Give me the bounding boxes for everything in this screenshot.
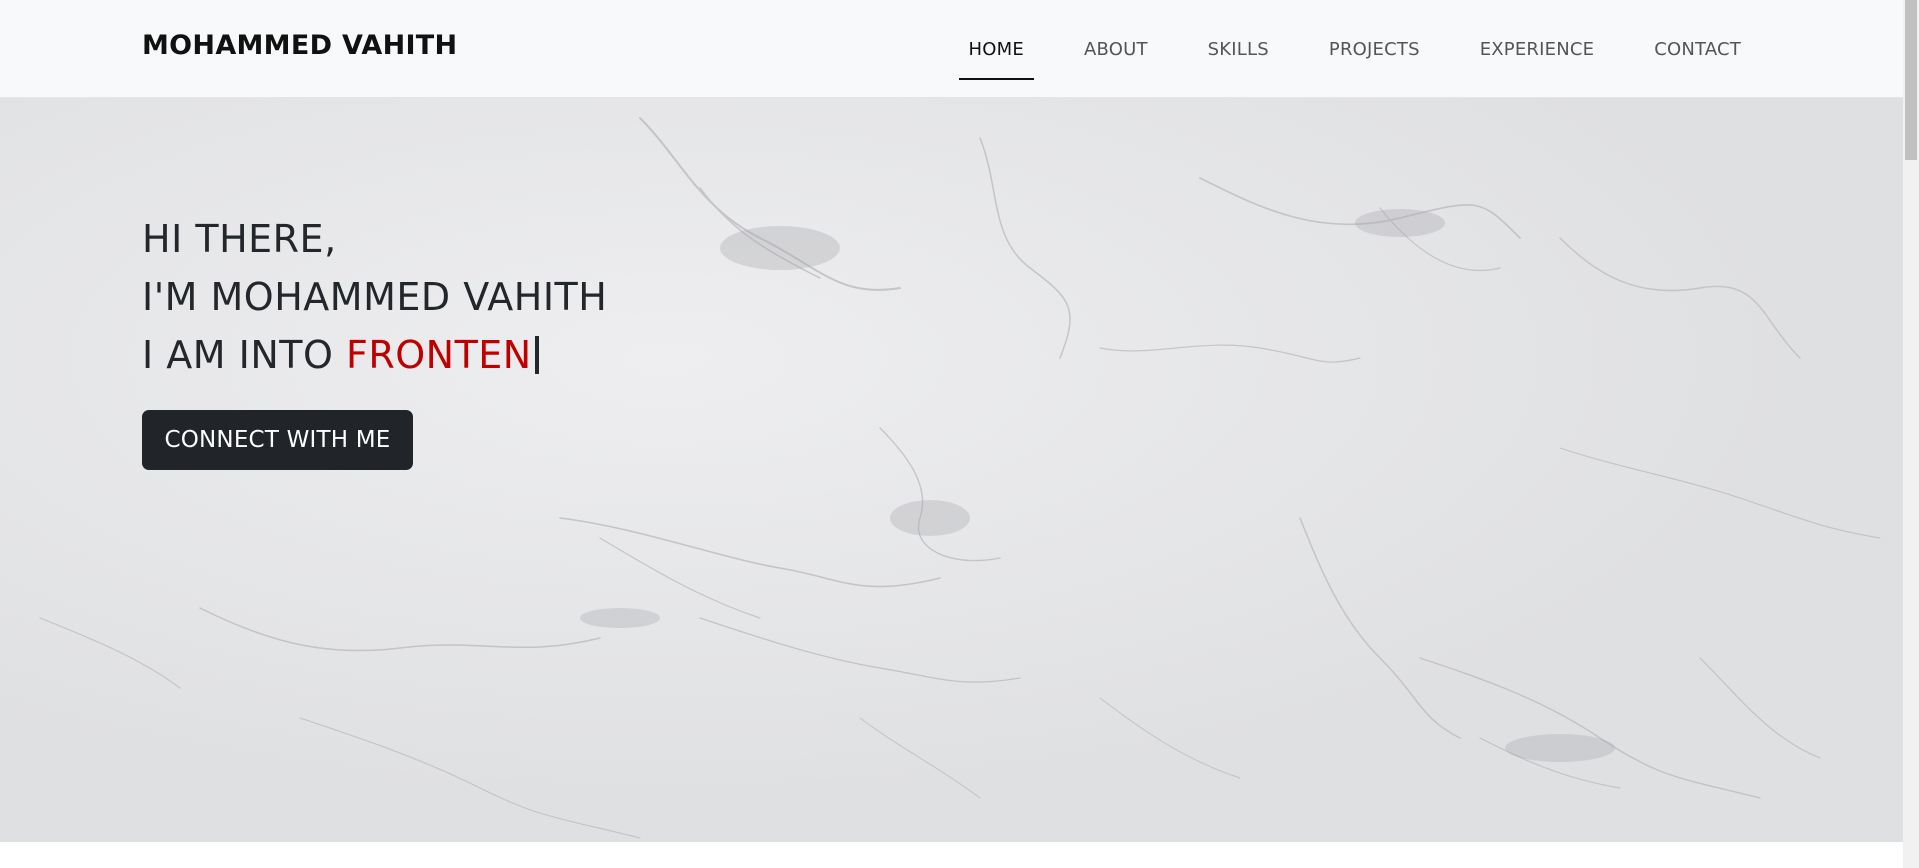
hero-section: HI THERE, I'M MOHAMMED VAHITH I AM INTO … [0,98,1903,842]
greeting-line: HI THERE, [142,217,337,261]
nav-item-contact[interactable]: CONTACT [1644,31,1751,68]
nav-item-home[interactable]: HOME [958,31,1035,80]
nav-menu: HOME ABOUT SKILLS PROJECTS EXPERIENCE CO… [919,0,1751,98]
nav-item-projects[interactable]: PROJECTS [1319,31,1430,68]
nav-item-experience[interactable]: EXPERIENCE [1470,31,1605,68]
brand-logo[interactable]: MOHAMMED VAHITH [142,30,457,61]
page-scrollbar[interactable] [1903,0,1919,868]
typed-line: I AM INTO FRONTEN [142,326,607,384]
nav-item-skills[interactable]: SKILLS [1198,31,1279,68]
navbar: MOHAMMED VAHITH HOME ABOUT SKILLS PROJEC… [0,0,1903,98]
typed-prefix: I AM INTO [142,333,346,377]
nav-item-about[interactable]: ABOUT [1074,31,1158,68]
hero-heading: HI THERE, I'M MOHAMMED VAHITH I AM INTO … [142,210,607,384]
next-section [0,842,1903,868]
connect-with-me-button[interactable]: CONNECT WITH ME [142,410,413,470]
page: MOHAMMED VAHITH HOME ABOUT SKILLS PROJEC… [0,0,1919,868]
scrollbar-thumb[interactable] [1905,0,1917,160]
typing-cursor [534,336,539,374]
name-line: I'M MOHAMMED VAHITH [142,275,608,319]
typed-text: FRONTEN [345,333,532,377]
